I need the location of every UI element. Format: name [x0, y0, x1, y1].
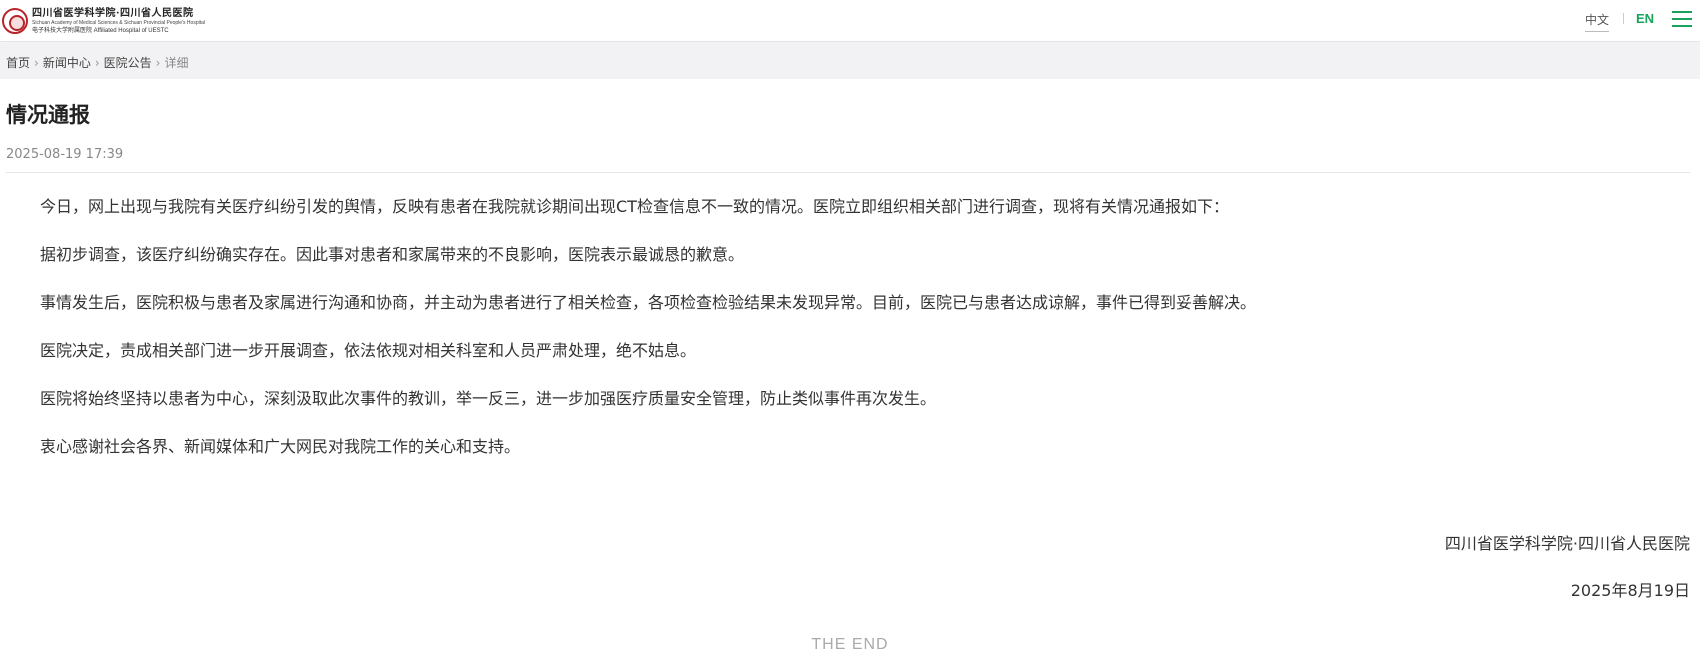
breadcrumb-home[interactable]: 首页	[6, 54, 30, 71]
logo-name-cn: 四川省医学科学院·四川省人民医院	[32, 7, 194, 19]
lang-divider	[1623, 13, 1624, 24]
hamburger-menu-icon[interactable]	[1672, 10, 1692, 28]
article-date: 2025-08-19 17:39	[6, 147, 124, 162]
breadcrumb: 首页 › 新闻中心 › 医院公告 › 详细	[6, 54, 189, 71]
article-paragraph: 医院决定，责成相关部门进一步开展调查，依法依规对相关科室和人员严肃处理，绝不姑息…	[40, 341, 697, 360]
lang-chinese-link[interactable]: 中文	[1585, 11, 1610, 32]
hospital-seal-icon	[2, 8, 28, 34]
lang-english-link[interactable]: EN	[1636, 11, 1654, 26]
article-title: 情况通报	[6, 103, 90, 127]
chevron-right-icon: ›	[94, 55, 100, 70]
breadcrumb-bar: 首页 › 新闻中心 › 医院公告 › 详细	[0, 43, 1700, 79]
article-sign-date: 2025年8月19日	[1570, 581, 1690, 600]
breadcrumb-current: 详细	[164, 56, 189, 70]
article-paragraph: 事情发生后，医院积极与患者及家属进行沟通和协商，并主动为患者进行了相关检查，各项…	[40, 293, 1257, 312]
article-paragraph: 衷心感谢社会各界、新闻媒体和广大网民对我院工作的关心和支持。	[40, 437, 521, 456]
chevron-right-icon: ›	[34, 55, 39, 70]
hospital-logo[interactable]: 四川省医学科学院·四川省人民医院 Sichuan Academy of Medi…	[2, 6, 205, 36]
breadcrumb-news-center[interactable]: 新闻中心	[43, 54, 91, 71]
the-end-marker: THE END	[811, 636, 889, 653]
title-divider	[6, 172, 1690, 173]
article-paragraph: 据初步调查，该医疗纠纷确实存在。因此事对患者和家属带来的不良影响，医院表示最诚恳…	[40, 245, 745, 264]
logo-name-en: Sichuan Academy of Medical Sciences & Si…	[32, 19, 205, 26]
breadcrumb-hospital-notices[interactable]: 医院公告	[104, 54, 152, 71]
article-paragraph: 今日，网上出现与我院有关医疗纠纷引发的舆情，反映有患者在我院就诊期间出现CT检查…	[40, 197, 1229, 216]
article-paragraph: 医院将始终坚持以患者为中心，深刻汲取此次事件的教训，举一反三，进一步加强医疗质量…	[40, 389, 937, 408]
site-header: 四川省医学科学院·四川省人民医院 Sichuan Academy of Medi…	[0, 0, 1700, 42]
logo-affiliation: 电子科技大学附属医院 Affiliated Hospital of UESTC	[32, 27, 169, 34]
article-signature: 四川省医学科学院·四川省人民医院	[1444, 534, 1690, 553]
chevron-right-icon: ›	[155, 55, 161, 70]
logo-text: 四川省医学科学院·四川省人民医院 Sichuan Academy of Medi…	[32, 7, 205, 34]
